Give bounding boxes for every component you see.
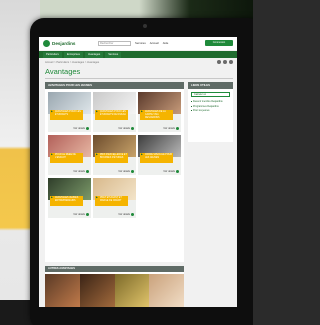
card-more-link[interactable]: Voir détails xyxy=(163,169,179,173)
strip-photo[interactable] xyxy=(114,274,150,307)
title-divider xyxy=(45,78,233,79)
strip-photo[interactable] xyxy=(79,274,115,307)
card-more-link[interactable]: Voir détails xyxy=(118,169,134,173)
card-tag: PRÊT ÉTUDIANT ET MARGE DE CRÉDIT xyxy=(95,196,128,206)
camera-icon xyxy=(143,24,147,28)
top-link-aide[interactable]: Aide xyxy=(163,41,169,45)
sidebar-select[interactable]: Calculer un xyxy=(191,92,230,97)
arrow-icon xyxy=(131,212,134,216)
top-header: Desjardins Rechercher Services Accueil A… xyxy=(39,37,237,50)
card-more-link[interactable]: Voir détails xyxy=(73,126,89,130)
share-icon[interactable] xyxy=(223,60,227,64)
arrow-icon xyxy=(86,126,89,130)
strip-photo[interactable] xyxy=(45,274,80,307)
card-tag: OFFRE SPÉCIALE POUR LES JEUNES xyxy=(140,153,173,163)
benefit-card[interactable]: POUR LE REÉE DE L'ENFANT Voir détails xyxy=(48,135,91,175)
brand-logo[interactable]: Desjardins xyxy=(43,40,76,47)
search-input[interactable]: Rechercher xyxy=(98,41,131,46)
top-link-services[interactable]: Services xyxy=(135,41,146,45)
benefit-card[interactable]: PRÊT ÉTUDIANT ET MARGE DE CRÉDIT Voir dé… xyxy=(93,178,136,218)
bottom-heading: AUTRES AVANTAGES xyxy=(45,266,184,272)
benefit-card[interactable]: OFFRE SPÉCIALE POUR LES JEUNES Voir déta… xyxy=(138,135,181,175)
page-title: Avantages xyxy=(45,67,81,76)
card-tag: AVANTAGES POUR LES ÉTUDIANTS xyxy=(50,110,83,120)
arrow-icon xyxy=(86,212,89,216)
card-grid: AVANTAGES POUR LES ÉTUDIANTS Voir détail… xyxy=(48,92,181,260)
top-links: Services Accueil Aide xyxy=(135,41,168,45)
sidebar-list: Devenir membre Desjardins Programmes Des… xyxy=(191,100,231,114)
breadcrumb[interactable]: Accueil > Particuliers > Avantages > Ava… xyxy=(45,61,99,64)
card-tag: POUR LE REÉE DE L'ENFANT xyxy=(50,153,83,163)
main-nav: Particuliers Entreprises Avantages Servi… xyxy=(39,51,237,58)
bottom-section: AUTRES AVANTAGES xyxy=(45,266,184,307)
sidebar-item[interactable]: Pour les jeunes xyxy=(191,109,231,112)
benefit-card[interactable]: PRIX D'EXCELLENCE ET BOURSES D'ÉTUDES Vo… xyxy=(93,135,136,175)
benefit-card[interactable]: AVANTAGES DE LA CARTE VISA DESJARDINS Vo… xyxy=(138,92,181,132)
card-more-link[interactable]: Voir détails xyxy=(118,212,134,216)
nav-item-entreprises[interactable]: Entreprises xyxy=(63,51,83,58)
logo-icon xyxy=(43,40,50,47)
sidebar-heading: LIENS UTILES xyxy=(188,82,233,89)
benefit-card[interactable]: AVANTAGES JEUNES ENTREPRENEURS Voir déta… xyxy=(48,178,91,218)
arrow-icon xyxy=(131,169,134,173)
more-label: Voir détails xyxy=(118,213,130,216)
more-label: Voir détails xyxy=(118,170,130,173)
card-tag: AVANTAGES POUR LES ÉTUDIANTS DE NIVEAU xyxy=(95,110,128,120)
arrow-icon xyxy=(176,126,179,130)
email-icon[interactable] xyxy=(229,60,233,64)
benefit-card[interactable]: AVANTAGES POUR LES ÉTUDIANTS DE NIVEAU V… xyxy=(93,92,136,132)
print-icon[interactable] xyxy=(217,60,221,64)
card-more-link[interactable]: Voir détails xyxy=(73,212,89,216)
tablet-screen: Desjardins Rechercher Services Accueil A… xyxy=(39,37,237,307)
card-tag: AVANTAGES JEUNES ENTREPRENEURS xyxy=(50,196,83,206)
photo-scene: Desjardins Rechercher Services Accueil A… xyxy=(0,0,253,325)
top-link-accueil[interactable]: Accueil xyxy=(150,41,159,45)
logo-text: Desjardins xyxy=(52,41,76,46)
sidebar: LIENS UTILES Calculer un Devenir membre … xyxy=(188,82,233,142)
card-tag: PRIX D'EXCELLENCE ET BOURSES D'ÉTUDES xyxy=(95,153,128,163)
arrow-icon xyxy=(86,169,89,173)
more-label: Voir détails xyxy=(73,127,85,130)
more-label: Voir détails xyxy=(118,127,130,130)
nav-item-services[interactable]: Services xyxy=(105,51,122,58)
more-label: Voir détails xyxy=(73,213,85,216)
strip-photo[interactable] xyxy=(149,274,184,307)
section-heading: AVANTAGES POUR LES JEUNES xyxy=(45,82,184,89)
sidebar-item[interactable]: Devenir membre Desjardins xyxy=(191,100,231,103)
login-button[interactable]: Connexion xyxy=(205,40,233,46)
card-more-link[interactable]: Voir détails xyxy=(163,126,179,130)
image-strip xyxy=(45,274,184,307)
card-more-link[interactable]: Voir détails xyxy=(118,126,134,130)
card-more-link[interactable]: Voir détails xyxy=(73,169,89,173)
sidebar-item[interactable]: Programmes Desjardins xyxy=(191,105,231,108)
benefit-card[interactable]: AVANTAGES POUR LES ÉTUDIANTS Voir détail… xyxy=(48,92,91,132)
nav-item-avantages[interactable]: Avantages xyxy=(84,51,104,58)
more-label: Voir détails xyxy=(163,127,175,130)
nav-item-particuliers[interactable]: Particuliers xyxy=(43,51,62,58)
more-label: Voir détails xyxy=(163,170,175,173)
card-tag: AVANTAGES DE LA CARTE VISA DESJARDINS xyxy=(140,110,173,120)
main-section: AVANTAGES POUR LES JEUNES AVANTAGES POUR… xyxy=(45,82,184,262)
arrow-icon xyxy=(131,126,134,130)
page-tools xyxy=(217,60,233,64)
more-label: Voir détails xyxy=(73,170,85,173)
arrow-icon xyxy=(176,169,179,173)
